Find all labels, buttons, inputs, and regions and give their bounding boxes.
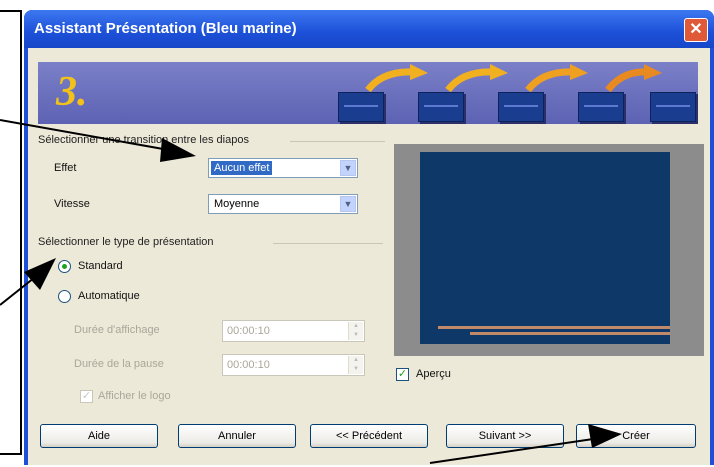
arrow-to-standard-icon [0, 258, 56, 306]
arrow-to-create-icon [429, 424, 622, 464]
arrow-to-effect-icon [0, 119, 196, 162]
annotation-arrows [0, 119, 622, 464]
